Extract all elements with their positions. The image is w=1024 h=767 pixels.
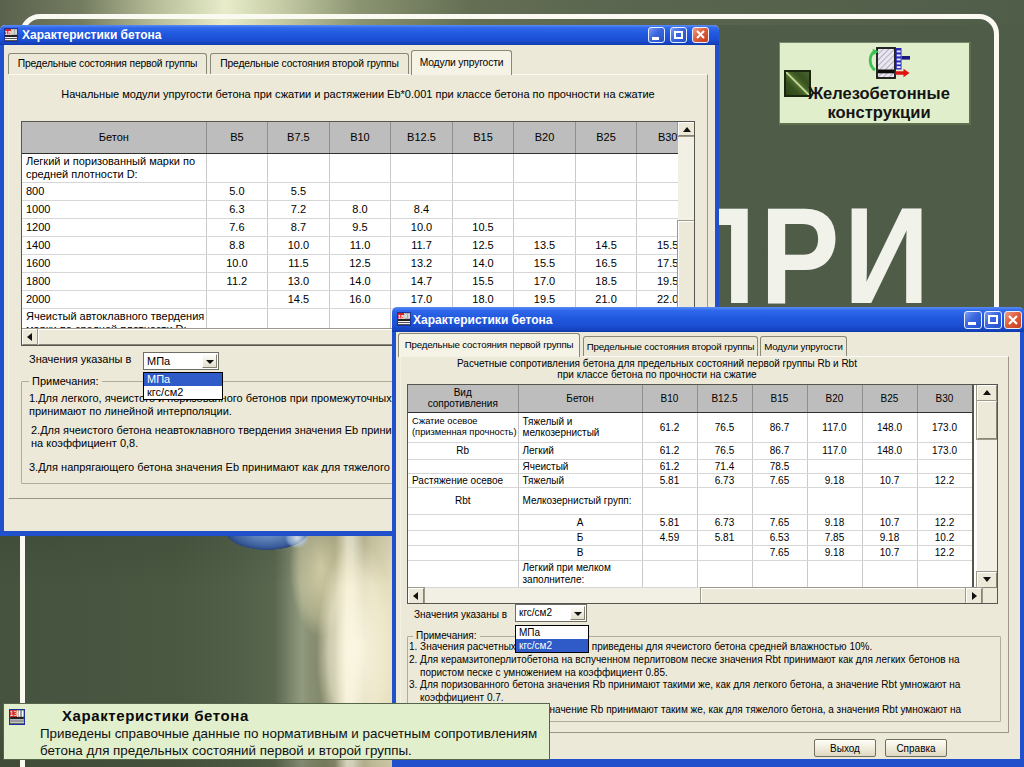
svg-text:18: 18 (5, 30, 12, 36)
svg-text:13: 13 (10, 710, 18, 717)
svg-text:18: 18 (398, 314, 405, 320)
